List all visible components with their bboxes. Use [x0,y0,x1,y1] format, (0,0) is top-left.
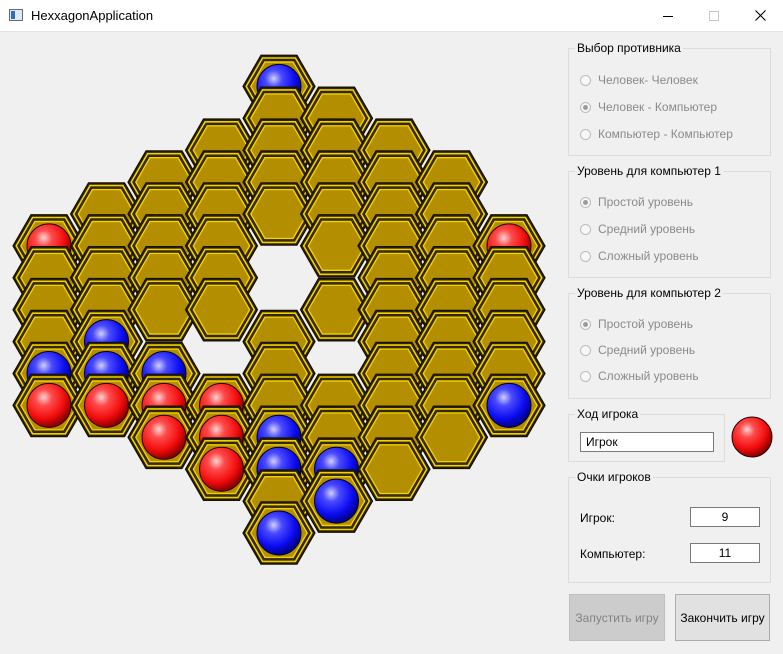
current-player-field[interactable]: Игрок [580,432,714,452]
radio-label: Сложный уровень [598,369,699,383]
radio-label: Компьютер - Компьютер [598,127,733,141]
radio-label: Человек - Компьютер [598,100,718,114]
maximize-icon [709,10,719,21]
turn-group: Ход игрока Игрок [568,407,725,462]
radio-c1-medium[interactable]: Средний уровень [580,221,695,237]
radio-button[interactable] [580,344,591,356]
player-score-label: Игрок: [580,511,615,525]
opponent-group-title: Выбор противника [575,41,683,55]
radio-label: Сложный уровень [598,249,699,263]
radio-label: Человек- Человек [598,73,698,87]
computer-score-field[interactable]: 11 [690,543,760,563]
blue-piece-icon[interactable] [314,478,359,524]
player-score-field[interactable]: 9 [690,507,760,527]
minimize-button[interactable] [645,0,691,31]
red-piece-icon[interactable] [141,414,187,460]
close-button[interactable] [737,0,783,31]
current-player-piece-icon [731,416,773,458]
red-piece-icon[interactable] [84,382,129,428]
game-board[interactable] [0,32,560,632]
computer-score-label: Компьютер: [580,547,646,561]
computer2-level-title: Уровень для компьютер 2 [575,286,723,300]
title-bar: HexxagonApplication [0,0,783,32]
end-game-button[interactable]: Закончить игру [675,594,770,641]
radio-button[interactable] [580,318,591,330]
radio-button[interactable] [580,196,591,208]
app-icon [9,9,23,21]
radio-button[interactable] [580,74,591,86]
blue-piece-icon[interactable] [256,510,302,556]
opponent-group: Выбор противника Человек- Человек Челове… [568,41,771,156]
radio-button[interactable] [580,101,591,113]
radio-computer-computer[interactable]: Компьютер - Компьютер [580,126,733,142]
radio-c2-medium[interactable]: Средний уровень [580,342,695,358]
window-title: HexxagonApplication [31,8,154,23]
close-icon [754,10,766,21]
start-game-button[interactable]: Запустить игру [569,594,665,641]
radio-button[interactable] [580,223,591,235]
blue-piece-icon[interactable] [486,382,532,428]
radio-human-computer[interactable]: Человек - Компьютер [580,99,717,115]
radio-button[interactable] [580,370,591,382]
radio-c1-hard[interactable]: Сложный уровень [580,248,699,264]
radio-button[interactable] [580,250,591,262]
radio-human-human[interactable]: Человек- Человек [580,72,698,88]
score-group-title: Очки игроков [575,470,653,484]
radio-label: Простой уровень [598,317,694,331]
radio-label: Средний уровень [598,222,696,236]
radio-label: Простой уровень [598,195,694,209]
computer1-level-title: Уровень для компьютер 1 [575,164,723,178]
computer2-level-group: Уровень для компьютер 2 Простой уровень … [568,286,771,399]
computer1-level-group: Уровень для компьютер 1 Простой уровень … [568,164,771,278]
radio-c2-hard[interactable]: Сложный уровень [580,368,699,384]
maximize-button[interactable] [691,0,737,31]
radio-label: Средний уровень [598,343,696,357]
radio-c2-easy[interactable]: Простой уровень [580,316,693,332]
radio-button[interactable] [580,128,591,140]
score-group: Очки игроков Игрок: 9 Компьютер: 11 [568,470,771,583]
red-piece-icon[interactable] [199,446,244,492]
radio-c1-easy[interactable]: Простой уровень [580,194,693,210]
minimize-icon [663,15,673,17]
red-piece-icon[interactable] [26,382,72,428]
turn-group-title: Ход игрока [575,407,641,421]
